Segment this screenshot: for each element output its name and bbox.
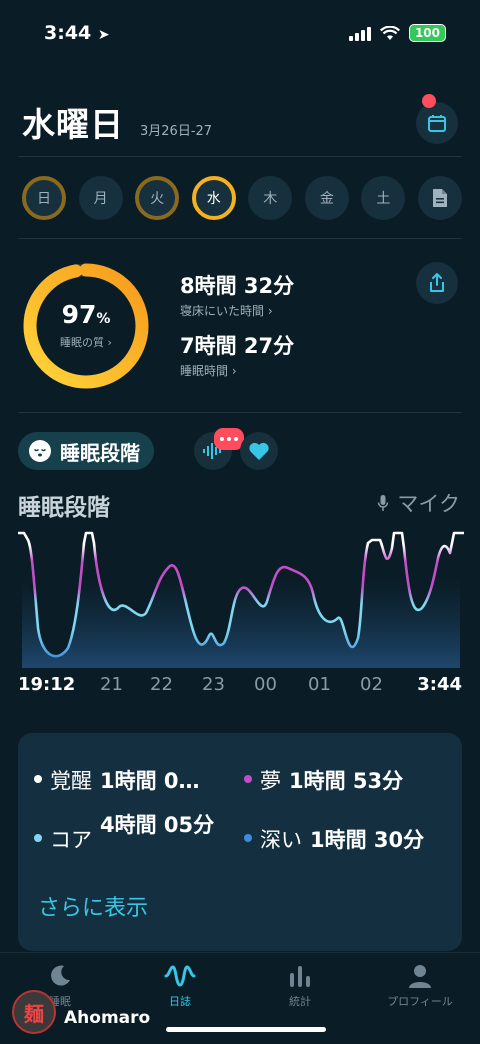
page-title: 水曜日 — [22, 105, 124, 144]
weekly-report-button[interactable] — [417, 176, 462, 220]
time-label: 19:12 — [18, 674, 76, 695]
day-thu[interactable]: 木 — [248, 176, 293, 220]
awake-dot — [34, 775, 42, 783]
core-dot — [34, 834, 42, 842]
legend-rem: 夢 1時間 53分 — [244, 765, 454, 795]
sleep-stages-tab[interactable]: 睡眠段階 — [18, 432, 154, 470]
time-label: 01 — [308, 674, 331, 695]
legend-core: コア 4時間 05分 — [34, 810, 244, 854]
time-asleep-label[interactable]: 睡眠時間 › — [180, 362, 237, 379]
status-time: 3:44 ➤ — [44, 22, 110, 44]
rem-dot — [244, 775, 252, 783]
battery-indicator: 100 — [408, 24, 446, 42]
day-sat[interactable]: 土 — [361, 176, 406, 220]
home-indicator[interactable] — [166, 1027, 326, 1032]
divider — [18, 156, 462, 157]
day-sun[interactable]: 日 — [22, 176, 66, 220]
moon-icon — [51, 965, 70, 986]
time-label: 00 — [254, 674, 277, 695]
share-icon — [430, 273, 444, 292]
time-label: 23 — [202, 674, 225, 695]
divider — [18, 238, 462, 239]
cellular-signal-icon — [348, 26, 371, 41]
divider — [18, 412, 462, 413]
location-arrow-icon: ➤ — [97, 27, 110, 43]
chart-title: 睡眠段階 — [18, 495, 110, 521]
sleep-quality-label[interactable]: 睡眠の質 › — [22, 334, 150, 350]
wifi-icon — [379, 25, 400, 40]
microphone-toggle[interactable]: マイク — [377, 488, 460, 518]
time-label: 22 — [150, 674, 173, 695]
microphone-icon — [378, 495, 389, 511]
document-icon — [432, 189, 447, 207]
time-asleep-value: 7時間 27分 — [180, 334, 295, 358]
tab-profile[interactable]: プロフィール — [360, 963, 480, 1009]
watermark-name: Ahomaro — [64, 1008, 151, 1028]
show-more-link[interactable]: さらに表示 — [38, 890, 148, 922]
tab-journal[interactable]: 日誌 — [120, 963, 240, 1009]
calendar-button[interactable] — [416, 102, 458, 144]
legend-awake: 覚醒 1時間 0… — [34, 765, 244, 795]
notification-dot — [422, 94, 436, 108]
time-in-bed-label[interactable]: 寝床にいた時間 › — [180, 302, 273, 319]
heart-rate-tab[interactable] — [240, 432, 278, 470]
watermark-badge: 麺 — [12, 990, 56, 1034]
sleep-quality-value: 97% — [61, 300, 111, 329]
status-icons: 100 — [348, 24, 446, 42]
calendar-icon — [428, 115, 446, 132]
day-wed[interactable]: 水 — [191, 176, 236, 220]
week-selector: 日 月 火 水 木 金 土 — [22, 176, 462, 220]
sleep-stage-chart[interactable] — [18, 528, 464, 668]
date-range[interactable]: 3月26日-27 — [140, 120, 212, 139]
time-label: 21 — [100, 674, 123, 695]
sleeping-face-icon — [29, 440, 51, 462]
time-label: 3:44 — [417, 674, 462, 695]
person-icon — [409, 965, 431, 988]
deep-sleep-fill — [22, 533, 460, 668]
day-tue[interactable]: 火 — [135, 176, 180, 220]
deep-dot — [244, 834, 252, 842]
wave-icon — [164, 965, 196, 987]
legend-deep: 深い 1時間 30分 — [244, 824, 464, 854]
time-in-bed-value: 8時間 32分 — [180, 274, 295, 298]
heart-icon — [249, 442, 269, 460]
day-fri[interactable]: 金 — [304, 176, 349, 220]
share-button[interactable] — [416, 262, 458, 304]
tab-stats[interactable]: 統計 — [240, 963, 360, 1009]
day-mon[interactable]: 月 — [78, 176, 123, 220]
time-label: 02 — [360, 674, 383, 695]
bar-chart-icon — [290, 966, 310, 987]
